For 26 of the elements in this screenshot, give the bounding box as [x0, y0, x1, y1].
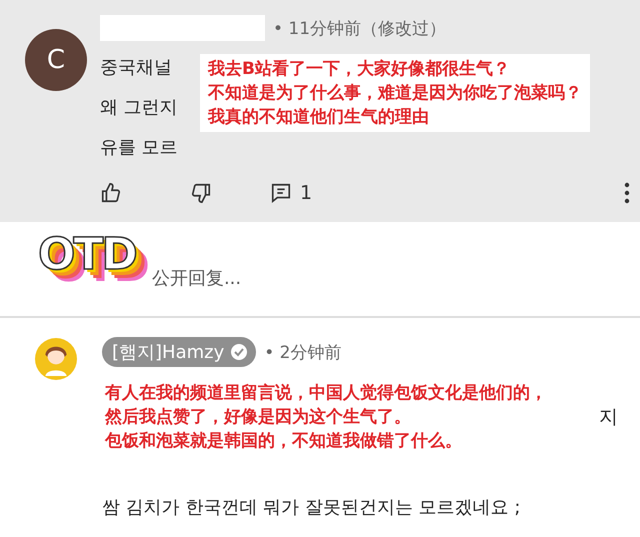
dislike-button[interactable]: [190, 182, 212, 204]
comment-text: 지: [599, 405, 618, 430]
annotation-text: 有人在我的频道里留言说，中国人觉得包饭文化是他们的，: [105, 382, 547, 404]
reply-button[interactable]: 1: [270, 182, 312, 204]
comment-text: 중국채널: [100, 56, 172, 80]
comment-text: 왜 그런지: [100, 96, 178, 120]
author-name: [햄지]Hamzy: [112, 341, 224, 364]
comment-icon: [270, 182, 292, 204]
thumbs-up-icon: [100, 182, 122, 204]
annotation-text: 我真的不知道他们生气的理由: [208, 106, 429, 128]
like-button[interactable]: [100, 182, 122, 204]
avatar-letter: C: [46, 45, 66, 75]
annotation-text: 不知道是为了什么事，难道是因为你吃了泡菜吗？: [208, 82, 582, 104]
annotation-text: 包饭和泡菜就是韩国的，不知道我做错了什么。: [105, 430, 462, 452]
comment-text: 유를 모르: [100, 136, 178, 160]
sticker-text: OTD: [36, 229, 150, 295]
reply-field[interactable]: 公开回复...: [150, 266, 354, 290]
more-button[interactable]: [624, 182, 630, 204]
comment-time: • 11分钟前（修改过）: [273, 18, 446, 40]
comment-text: 쌈 김치가 한국껀데 뭐가 잘못된건지는 모르겠네요 ;: [102, 496, 520, 520]
thumbs-down-icon: [190, 182, 212, 204]
more-icon: [624, 182, 630, 204]
verified-icon: [230, 343, 248, 361]
comment-time: • 2分钟前: [264, 342, 342, 364]
annotation-text: 然后我点赞了，好像是因为这个生气了。: [105, 406, 411, 428]
annotation-text: 我去B站看了一下，大家好像都很生气？: [208, 58, 510, 80]
